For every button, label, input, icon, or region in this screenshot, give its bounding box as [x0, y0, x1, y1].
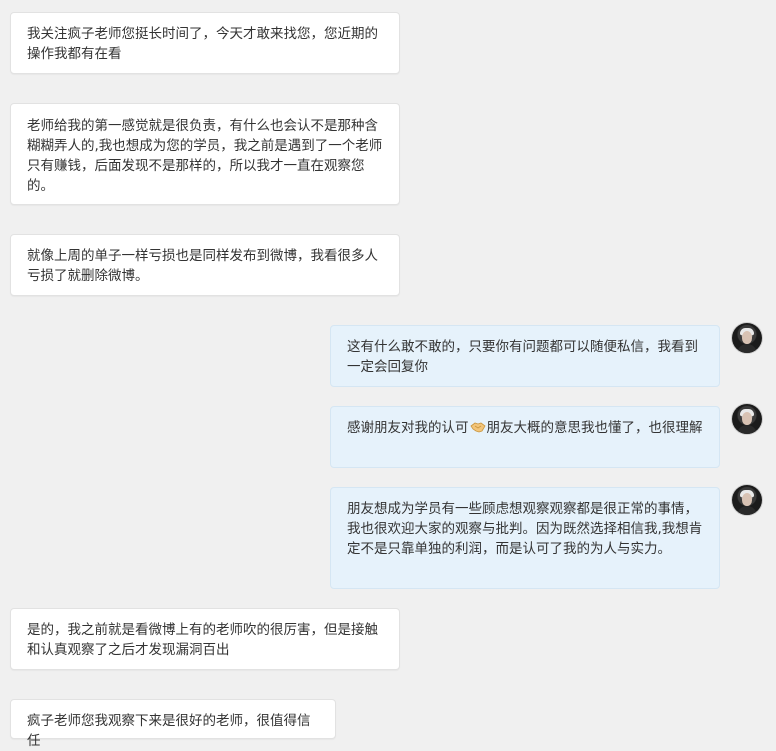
message-bubble[interactable]: 老师给我的第一感觉就是很负责，有什么也会认不是那种含糊糊弄人的,我也想成为您的学…	[10, 103, 400, 205]
message-bubble[interactable]: 我关注疯子老师您挺长时间了，今天才敢来找您，您近期的操作我都有在看	[10, 12, 400, 74]
message-outgoing: 感谢朋友对我的认可 朋友大概的意思我也懂了，也很理解	[330, 406, 720, 468]
message-incoming: 疯子老师您我观察下来是很好的老师，很值得信任	[10, 699, 336, 749]
avatar[interactable]	[732, 404, 762, 434]
message-text: 就像上周的单子一样亏损也是同样发布到微博，我看很多人亏损了就删除微博。	[27, 248, 378, 284]
message-incoming: 老师给我的第一感觉就是很负责，有什么也会认不是那种含糊糊弄人的,我也想成为您的学…	[10, 103, 400, 205]
message-bubble[interactable]: 就像上周的单子一样亏损也是同样发布到微博，我看很多人亏损了就删除微博。	[10, 234, 400, 296]
message-bubble[interactable]: 朋友想成为学员有一些顾虑想观察观察都是很正常的事情，我也很欢迎大家的观察与批判。…	[330, 487, 720, 589]
chat-message-list[interactable]: 我关注疯子老师您挺长时间了，今天才敢来找您，您近期的操作我都有在看 老师给我的第…	[0, 0, 776, 749]
message-text: 这有什么敢不敢的，只要你有问题都可以随便私信，我看到一定会回复你	[347, 339, 698, 375]
message-bubble[interactable]: 感谢朋友对我的认可 朋友大概的意思我也懂了，也很理解	[330, 406, 720, 468]
message-outgoing: 这有什么敢不敢的，只要你有问题都可以随便私信，我看到一定会回复你	[330, 325, 720, 387]
message-text: 是的，我之前就是看微博上有的老师吹的很厉害，但是接触和认真观察了之后才发现漏洞百…	[27, 622, 378, 658]
message-text: 我关注疯子老师您挺长时间了，今天才敢来找您，您近期的操作我都有在看	[27, 26, 378, 62]
message-text: 朋友想成为学员有一些顾虑想观察观察都是很正常的事情，我也很欢迎大家的观察与批判。…	[347, 501, 703, 557]
message-outgoing: 朋友想成为学员有一些顾虑想观察观察都是很正常的事情，我也很欢迎大家的观察与批判。…	[330, 487, 720, 589]
handshake-icon	[469, 422, 486, 433]
message-text: 疯子老师您我观察下来是很好的老师，很值得信任	[27, 713, 311, 749]
message-text-after-emoji: 朋友大概的意思我也懂了，也很理解	[486, 420, 703, 436]
message-text-before-emoji: 感谢朋友对我的认可	[347, 420, 469, 436]
message-bubble[interactable]: 是的，我之前就是看微博上有的老师吹的很厉害，但是接触和认真观察了之后才发现漏洞百…	[10, 608, 400, 670]
message-incoming: 是的，我之前就是看微博上有的老师吹的很厉害，但是接触和认真观察了之后才发现漏洞百…	[10, 608, 400, 670]
message-incoming: 就像上周的单子一样亏损也是同样发布到微博，我看很多人亏损了就删除微博。	[10, 234, 400, 296]
message-incoming: 我关注疯子老师您挺长时间了，今天才敢来找您，您近期的操作我都有在看	[10, 12, 400, 74]
message-text: 老师给我的第一感觉就是很负责，有什么也会认不是那种含糊糊弄人的,我也想成为您的学…	[27, 118, 383, 194]
message-bubble[interactable]: 这有什么敢不敢的，只要你有问题都可以随便私信，我看到一定会回复你	[330, 325, 720, 387]
message-bubble[interactable]: 疯子老师您我观察下来是很好的老师，很值得信任	[10, 699, 336, 749]
avatar[interactable]	[732, 323, 762, 353]
avatar[interactable]	[732, 485, 762, 515]
